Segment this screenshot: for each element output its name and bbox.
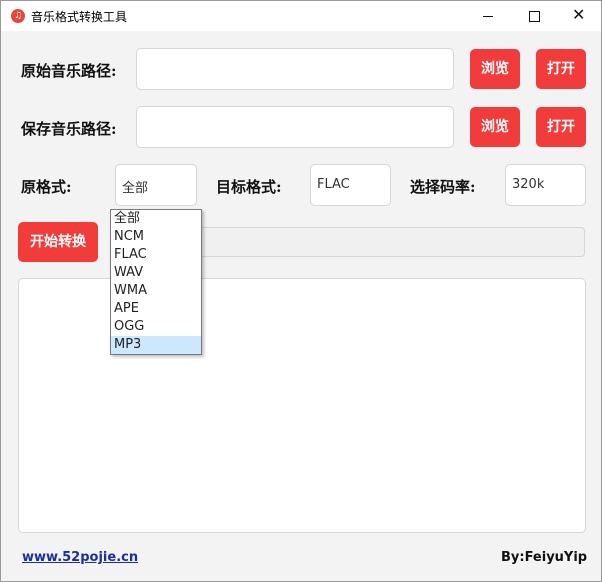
- window-title: 音乐格式转换工具: [31, 10, 128, 24]
- start-convert-button[interactable]: 开始转换: [18, 222, 98, 262]
- save-path-input[interactable]: [136, 106, 454, 148]
- close-button[interactable]: ✕: [555, 1, 601, 31]
- dropdown-option[interactable]: NCM: [111, 228, 201, 246]
- bitrate-select[interactable]: 320k: [505, 164, 586, 206]
- save-open-button[interactable]: 打开: [536, 107, 586, 147]
- dropdown-option-highlighted[interactable]: MP3: [111, 336, 201, 354]
- dropdown-option[interactable]: WMA: [111, 282, 201, 300]
- source-path-label: 原始音乐路径:: [21, 62, 117, 80]
- website-link[interactable]: www.52pojie.cn: [22, 550, 138, 565]
- music-note-icon: ♫: [11, 9, 25, 23]
- dropdown-option[interactable]: APE: [111, 300, 201, 318]
- source-browse-button[interactable]: 浏览: [470, 49, 520, 89]
- minimize-button[interactable]: [465, 1, 511, 31]
- bitrate-label: 选择码率:: [410, 178, 476, 196]
- dropdown-option[interactable]: 全部: [111, 210, 201, 228]
- dropdown-option[interactable]: WAV: [111, 264, 201, 282]
- author-credit: By:FeiyuYip: [501, 550, 588, 565]
- source-open-button[interactable]: 打开: [536, 49, 586, 89]
- bitrate-value: 320k: [512, 177, 545, 192]
- save-browse-button[interactable]: 浏览: [470, 107, 520, 147]
- target-format-value: FLAC: [317, 177, 350, 192]
- dropdown-option[interactable]: FLAC: [111, 246, 201, 264]
- dropdown-option[interactable]: OGG: [111, 318, 201, 336]
- source-path-input[interactable]: [136, 48, 454, 90]
- title-bar[interactable]: ♫ 音乐格式转换工具 ✕: [1, 1, 601, 31]
- source-format-value: 全部: [122, 181, 149, 196]
- target-format-select[interactable]: FLAC: [310, 164, 391, 206]
- maximize-icon: [529, 11, 540, 22]
- log-textarea[interactable]: [18, 278, 586, 533]
- source-format-label: 原格式:: [21, 178, 72, 196]
- maximize-button[interactable]: [511, 1, 557, 31]
- target-format-label: 目标格式:: [216, 178, 282, 196]
- save-path-label: 保存音乐路径:: [21, 120, 117, 138]
- close-icon: ✕: [572, 5, 586, 24]
- source-format-dropdown[interactable]: 全部 NCM FLAC WAV WMA APE OGG MP3: [110, 209, 202, 355]
- source-format-select[interactable]: 全部: [115, 164, 197, 206]
- app-window: ♫ 音乐格式转换工具 ✕ 原始音乐路径: 浏览 打开 保存音乐路径: 浏览 打开…: [0, 0, 602, 582]
- minimize-icon: [483, 16, 493, 17]
